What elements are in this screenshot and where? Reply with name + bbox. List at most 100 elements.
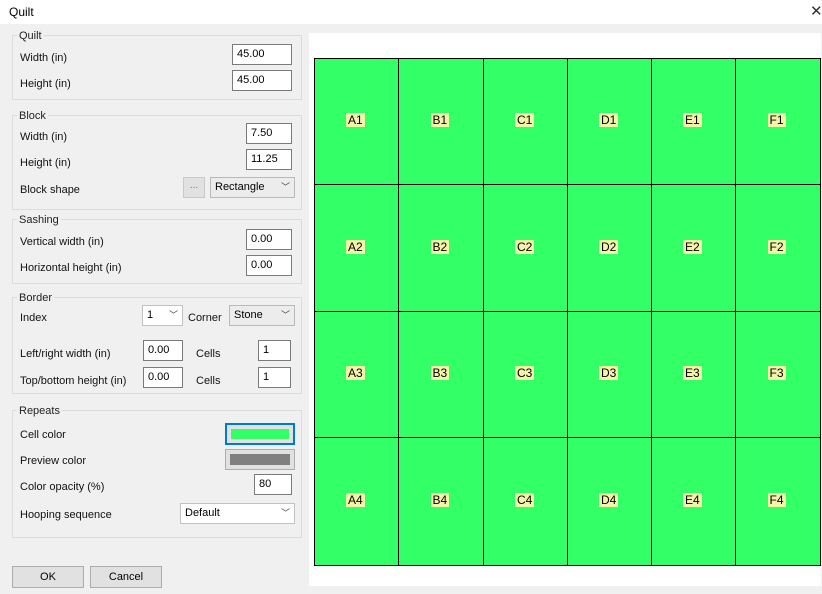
border-lr-cells-label: Cells bbox=[196, 348, 221, 360]
block-cell[interactable]: D3 bbox=[567, 311, 652, 438]
block-cell-label: E4 bbox=[683, 493, 702, 507]
chevron-down-icon: ﹀ bbox=[280, 508, 290, 518]
chevron-down-icon: ﹀ bbox=[280, 182, 290, 192]
border-group-label: Border bbox=[17, 292, 55, 304]
border-corner-label: Corner bbox=[188, 312, 222, 324]
border-corner-value: Stone bbox=[234, 309, 263, 321]
block-cell-label: D4 bbox=[599, 493, 619, 507]
block-cell-label: A3 bbox=[346, 366, 365, 380]
block-cell[interactable]: E3 bbox=[651, 311, 736, 438]
border-index-value: 1 bbox=[147, 309, 154, 321]
quilt-height-field[interactable]: 45.00 bbox=[232, 70, 292, 91]
opacity-label: Color opacity (%) bbox=[20, 481, 105, 493]
opacity-field[interactable]: 80 bbox=[254, 474, 292, 495]
block-cell[interactable]: B3 bbox=[398, 311, 484, 438]
block-cell[interactable]: B2 bbox=[398, 184, 484, 312]
title-bar: Quilt ✕ bbox=[0, 0, 822, 24]
block-cell[interactable]: A3 bbox=[314, 311, 399, 438]
block-shape-browse-button[interactable]: ... bbox=[183, 177, 205, 198]
repeats-group-label: Repeats bbox=[17, 405, 62, 417]
block-width-label: Width (in) bbox=[20, 131, 68, 143]
block-cell-label: A2 bbox=[346, 239, 365, 254]
block-cell-label: E2 bbox=[683, 239, 702, 254]
block-width-field[interactable]: 7.50 bbox=[246, 123, 292, 144]
cancel-button[interactable]: Cancel bbox=[90, 566, 162, 588]
block-cell-label: C2 bbox=[515, 239, 535, 254]
sashing-vertical-field[interactable]: 0.00 bbox=[246, 229, 292, 250]
block-cell-label: A1 bbox=[346, 113, 365, 127]
block-cell-label: D3 bbox=[599, 366, 619, 380]
block-cell[interactable]: F3 bbox=[735, 311, 821, 438]
block-cell-label: C4 bbox=[515, 493, 535, 507]
border-index-label: Index bbox=[20, 312, 47, 324]
block-group-label: Block bbox=[17, 110, 48, 122]
hooping-select[interactable]: Default ﹀ bbox=[180, 503, 295, 524]
block-shape-select[interactable]: Rectangle ﹀ bbox=[210, 177, 295, 198]
block-cell[interactable]: B1 bbox=[398, 58, 484, 185]
block-cell[interactable]: B4 bbox=[398, 437, 484, 566]
preview-color-swatch bbox=[230, 454, 290, 465]
block-cell-label: B2 bbox=[430, 239, 450, 254]
quilt-width-field[interactable]: 45.00 bbox=[232, 44, 292, 65]
block-cell-label: C3 bbox=[515, 366, 535, 380]
block-cell-label: B1 bbox=[430, 113, 450, 127]
block-cell[interactable]: C2 bbox=[483, 184, 568, 312]
cell-color-label: Cell color bbox=[20, 429, 66, 441]
block-cell[interactable]: D4 bbox=[567, 437, 652, 566]
block-cell[interactable]: D2 bbox=[567, 184, 652, 312]
block-cell[interactable]: F2 bbox=[735, 184, 821, 312]
sashing-horizontal-field[interactable]: 0.00 bbox=[246, 255, 292, 276]
block-shape-label: Block shape bbox=[20, 184, 80, 196]
sashing-horizontal-label: Horizontal height (in) bbox=[20, 262, 122, 274]
block-height-field[interactable]: 11.25 bbox=[246, 149, 292, 170]
block-cell[interactable]: D1 bbox=[567, 58, 652, 185]
block-height-label: Height (in) bbox=[20, 157, 71, 169]
ok-button[interactable]: OK bbox=[12, 566, 84, 588]
block-cell-label: D1 bbox=[599, 113, 619, 127]
block-cell[interactable]: E4 bbox=[651, 437, 736, 566]
block-cell-label: E3 bbox=[683, 366, 702, 380]
border-corner-select[interactable]: Stone ﹀ bbox=[229, 305, 295, 326]
border-lr-label: Left/right width (in) bbox=[20, 348, 111, 360]
block-cell[interactable]: F1 bbox=[735, 58, 821, 185]
border-tb-field[interactable]: 0.00 bbox=[143, 367, 183, 388]
border-lr-cells-field[interactable]: 1 bbox=[258, 340, 291, 361]
block-cell[interactable]: F4 bbox=[735, 437, 821, 566]
block-cell[interactable]: C3 bbox=[483, 311, 568, 438]
cell-color-swatch bbox=[231, 429, 289, 439]
block-cell[interactable]: C4 bbox=[483, 437, 568, 566]
block-cell-label: F3 bbox=[767, 366, 786, 380]
border-index-select[interactable]: 1 ﹀ bbox=[142, 305, 183, 326]
quilt-width-label: Width (in) bbox=[20, 52, 68, 64]
window-title: Quilt bbox=[9, 5, 34, 19]
quilt-height-label: Height (in) bbox=[20, 78, 71, 90]
preview-color-label: Preview color bbox=[20, 455, 87, 467]
cell-color-button[interactable] bbox=[225, 423, 295, 445]
quilt-group-label: Quilt bbox=[17, 30, 44, 42]
chevron-down-icon: ﹀ bbox=[280, 310, 290, 320]
block-cell-label: E1 bbox=[683, 113, 702, 127]
block-cell[interactable]: A1 bbox=[314, 58, 399, 185]
block-cell[interactable]: C1 bbox=[483, 58, 568, 185]
hooping-label: Hooping sequence bbox=[20, 509, 112, 521]
chevron-down-icon: ﹀ bbox=[168, 310, 178, 320]
border-tb-cells-label: Cells bbox=[196, 375, 221, 387]
block-cell[interactable]: A2 bbox=[314, 184, 399, 312]
block-cell[interactable]: E1 bbox=[651, 58, 736, 185]
block-cell-label: F4 bbox=[767, 493, 786, 507]
border-lr-field[interactable]: 0.00 bbox=[143, 340, 183, 361]
block-cell-label: B4 bbox=[430, 493, 450, 507]
preview-color-button[interactable] bbox=[225, 449, 295, 470]
sashing-vertical-label: Vertical width (in) bbox=[20, 236, 104, 248]
close-icon[interactable]: ✕ bbox=[810, 2, 822, 20]
block-cell-label: C1 bbox=[515, 113, 535, 127]
border-tb-cells-field[interactable]: 1 bbox=[258, 367, 291, 388]
block-cell-label: F1 bbox=[767, 113, 786, 127]
border-tb-label: Top/bottom height (in) bbox=[20, 375, 127, 387]
block-cell-label: B3 bbox=[430, 366, 450, 380]
block-cell-label: F2 bbox=[767, 239, 786, 254]
block-cell-label: D2 bbox=[599, 239, 619, 254]
block-cell[interactable]: E2 bbox=[651, 184, 736, 312]
block-cell[interactable]: A4 bbox=[314, 437, 399, 566]
hooping-value: Default bbox=[185, 507, 220, 519]
